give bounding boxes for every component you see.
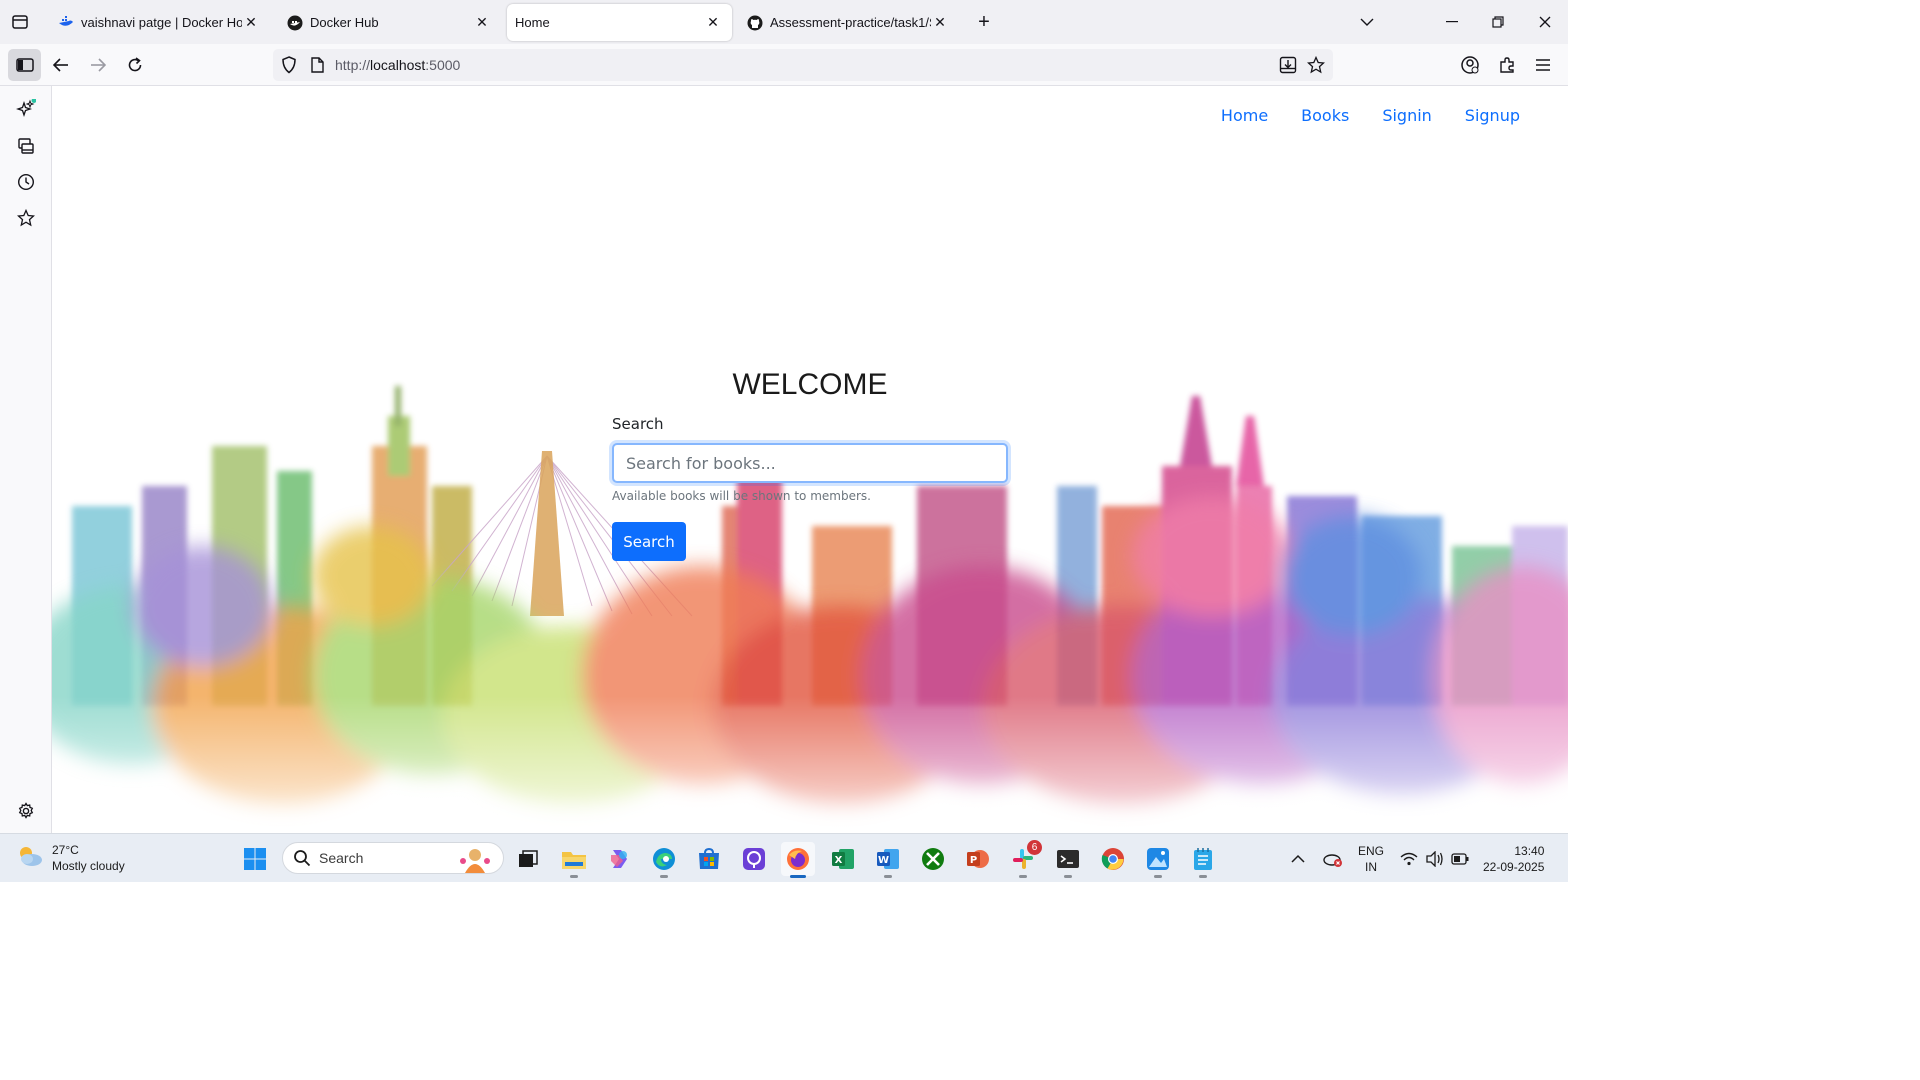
search-label: Search bbox=[612, 415, 664, 433]
close-icon[interactable]: ✕ bbox=[473, 14, 491, 32]
tab-github[interactable]: Assessment-practice/task1/Scre ✕ bbox=[737, 4, 959, 41]
page-info-icon[interactable] bbox=[311, 57, 324, 78]
browser-sidebar bbox=[0, 86, 52, 833]
tab-title: Assessment-practice/task1/Scre bbox=[770, 15, 931, 30]
taskbar-search-placeholder: Search bbox=[319, 850, 364, 866]
slack-notification-badge: 6 bbox=[1027, 840, 1042, 855]
clock-time: 13:40 bbox=[1514, 843, 1545, 858]
edge-browser-icon[interactable] bbox=[647, 842, 681, 878]
microsoft-store-icon[interactable] bbox=[692, 842, 726, 876]
search-highlight-illustration-icon bbox=[455, 845, 495, 876]
history-clock-icon[interactable] bbox=[14, 170, 38, 194]
copilot-icon[interactable] bbox=[602, 842, 636, 876]
close-icon[interactable]: ✕ bbox=[931, 14, 949, 32]
url-scheme: http:// bbox=[335, 57, 371, 73]
url-text[interactable]: http://localhost:5000 bbox=[335, 57, 460, 73]
tab-list-icon[interactable] bbox=[8, 10, 32, 34]
firefox-icon[interactable] bbox=[781, 842, 815, 878]
region-code: IN bbox=[1365, 859, 1377, 874]
battery-icon[interactable] bbox=[1451, 834, 1469, 883]
tab-docker-hub[interactable]: Docker Hub ✕ bbox=[277, 4, 501, 41]
taskbar-search-box[interactable]: Search bbox=[282, 842, 504, 874]
show-hidden-icons-chevron-icon[interactable] bbox=[1291, 834, 1305, 883]
weather-temperature: 27°C bbox=[52, 843, 79, 857]
navigation-toolbar: http://localhost:5000 bbox=[0, 44, 1568, 86]
file-explorer-icon[interactable] bbox=[557, 842, 591, 878]
web-page: Home Books Signin Signup WELCOME Search … bbox=[52, 86, 1568, 833]
clock-date: 22-09-2025 bbox=[1483, 859, 1545, 874]
xbox-icon[interactable] bbox=[916, 842, 950, 876]
extensions-icon[interactable] bbox=[1494, 52, 1520, 78]
terminal-icon[interactable] bbox=[1051, 842, 1085, 878]
search-input[interactable] bbox=[612, 443, 1008, 483]
word-icon[interactable]: W bbox=[871, 842, 905, 878]
nav-link-books[interactable]: Books bbox=[1301, 106, 1349, 125]
svg-text:P: P bbox=[970, 855, 977, 866]
menu-hamburger-icon[interactable] bbox=[1530, 52, 1556, 78]
bookmark-star-icon[interactable] bbox=[1306, 55, 1326, 79]
svg-text:X: X bbox=[835, 855, 843, 866]
slack-icon[interactable]: 6 bbox=[1006, 840, 1042, 878]
photos-app-icon[interactable] bbox=[1141, 842, 1175, 878]
url-host: localhost bbox=[370, 57, 426, 73]
nav-link-home[interactable]: Home bbox=[1221, 106, 1268, 125]
close-window-icon[interactable] bbox=[1535, 12, 1555, 32]
nav-link-signup[interactable]: Signup bbox=[1465, 106, 1520, 125]
task-view-icon[interactable] bbox=[511, 842, 545, 876]
tracking-protection-shield-icon[interactable] bbox=[281, 56, 297, 79]
docker-hub-icon bbox=[287, 15, 303, 31]
start-windows-icon[interactable] bbox=[238, 842, 272, 876]
tab-title: Docker Hub bbox=[310, 15, 379, 30]
search-help-text: Available books will be shown to members… bbox=[612, 489, 871, 503]
search-button[interactable]: Search bbox=[612, 522, 686, 561]
close-icon[interactable]: ✕ bbox=[242, 14, 260, 32]
sidebar-toggle-icon[interactable] bbox=[8, 49, 41, 81]
windows-taskbar: 27°C Mostly cloudy Search X W P 6 ENG IN… bbox=[0, 833, 1568, 882]
excel-icon[interactable]: X bbox=[826, 842, 860, 876]
language-code: ENG bbox=[1358, 843, 1385, 858]
tab-overflow-chevron-icon[interactable] bbox=[1357, 12, 1377, 32]
weather-condition: Mostly cloudy bbox=[52, 859, 125, 873]
powerpoint-icon[interactable]: P bbox=[961, 842, 995, 876]
onedrive-error-icon[interactable] bbox=[1322, 834, 1344, 883]
tab-home[interactable]: Home ✕ bbox=[507, 4, 732, 41]
reload-icon[interactable] bbox=[122, 52, 148, 78]
nav-link-signin[interactable]: Signin bbox=[1382, 106, 1431, 125]
weather-widget[interactable]: 27°C Mostly cloudy bbox=[16, 842, 125, 874]
bookmarks-star-icon[interactable] bbox=[14, 206, 38, 230]
top-navigation: Home Books Signin Signup bbox=[1221, 106, 1520, 125]
url-port: :5000 bbox=[425, 57, 461, 73]
synced-tabs-icon[interactable] bbox=[14, 134, 38, 158]
new-tab-icon[interactable]: + bbox=[974, 12, 994, 32]
wifi-icon[interactable] bbox=[1400, 834, 1418, 883]
close-icon[interactable]: ✕ bbox=[704, 14, 722, 32]
back-icon[interactable] bbox=[48, 52, 74, 78]
cloudy-weather-icon bbox=[16, 844, 44, 873]
ai-chatbot-sparkle-icon[interactable] bbox=[14, 97, 38, 121]
forward-icon[interactable] bbox=[85, 52, 111, 78]
notepad-icon[interactable] bbox=[1186, 842, 1220, 878]
svg-text:W: W bbox=[878, 855, 889, 866]
tab-strip: vaishnavi patge | Docker Home ✕ Docker H… bbox=[0, 0, 1568, 44]
github-icon bbox=[747, 15, 763, 31]
settings-gear-icon[interactable] bbox=[14, 799, 38, 823]
account-icon[interactable] bbox=[1457, 52, 1483, 78]
tab-title: Home bbox=[515, 15, 550, 30]
docker-icon bbox=[58, 15, 74, 31]
address-bar[interactable]: http://localhost:5000 bbox=[273, 49, 1333, 81]
restore-icon[interactable] bbox=[1488, 12, 1508, 32]
system-clock[interactable]: 13:40 22-09-2025 bbox=[1483, 834, 1544, 883]
chrome-icon[interactable] bbox=[1096, 842, 1130, 876]
proton-pass-icon[interactable] bbox=[737, 842, 771, 876]
minimize-icon[interactable] bbox=[1442, 12, 1462, 32]
tab-title: vaishnavi patge | Docker Home bbox=[81, 15, 242, 30]
tab-docker-home[interactable]: vaishnavi patge | Docker Home ✕ bbox=[48, 4, 270, 41]
language-indicator[interactable]: ENG IN bbox=[1358, 834, 1384, 883]
volume-icon[interactable] bbox=[1426, 834, 1444, 883]
download-page-icon[interactable] bbox=[1279, 56, 1297, 79]
search-icon bbox=[293, 849, 311, 867]
welcome-heading: WELCOME bbox=[732, 368, 888, 401]
